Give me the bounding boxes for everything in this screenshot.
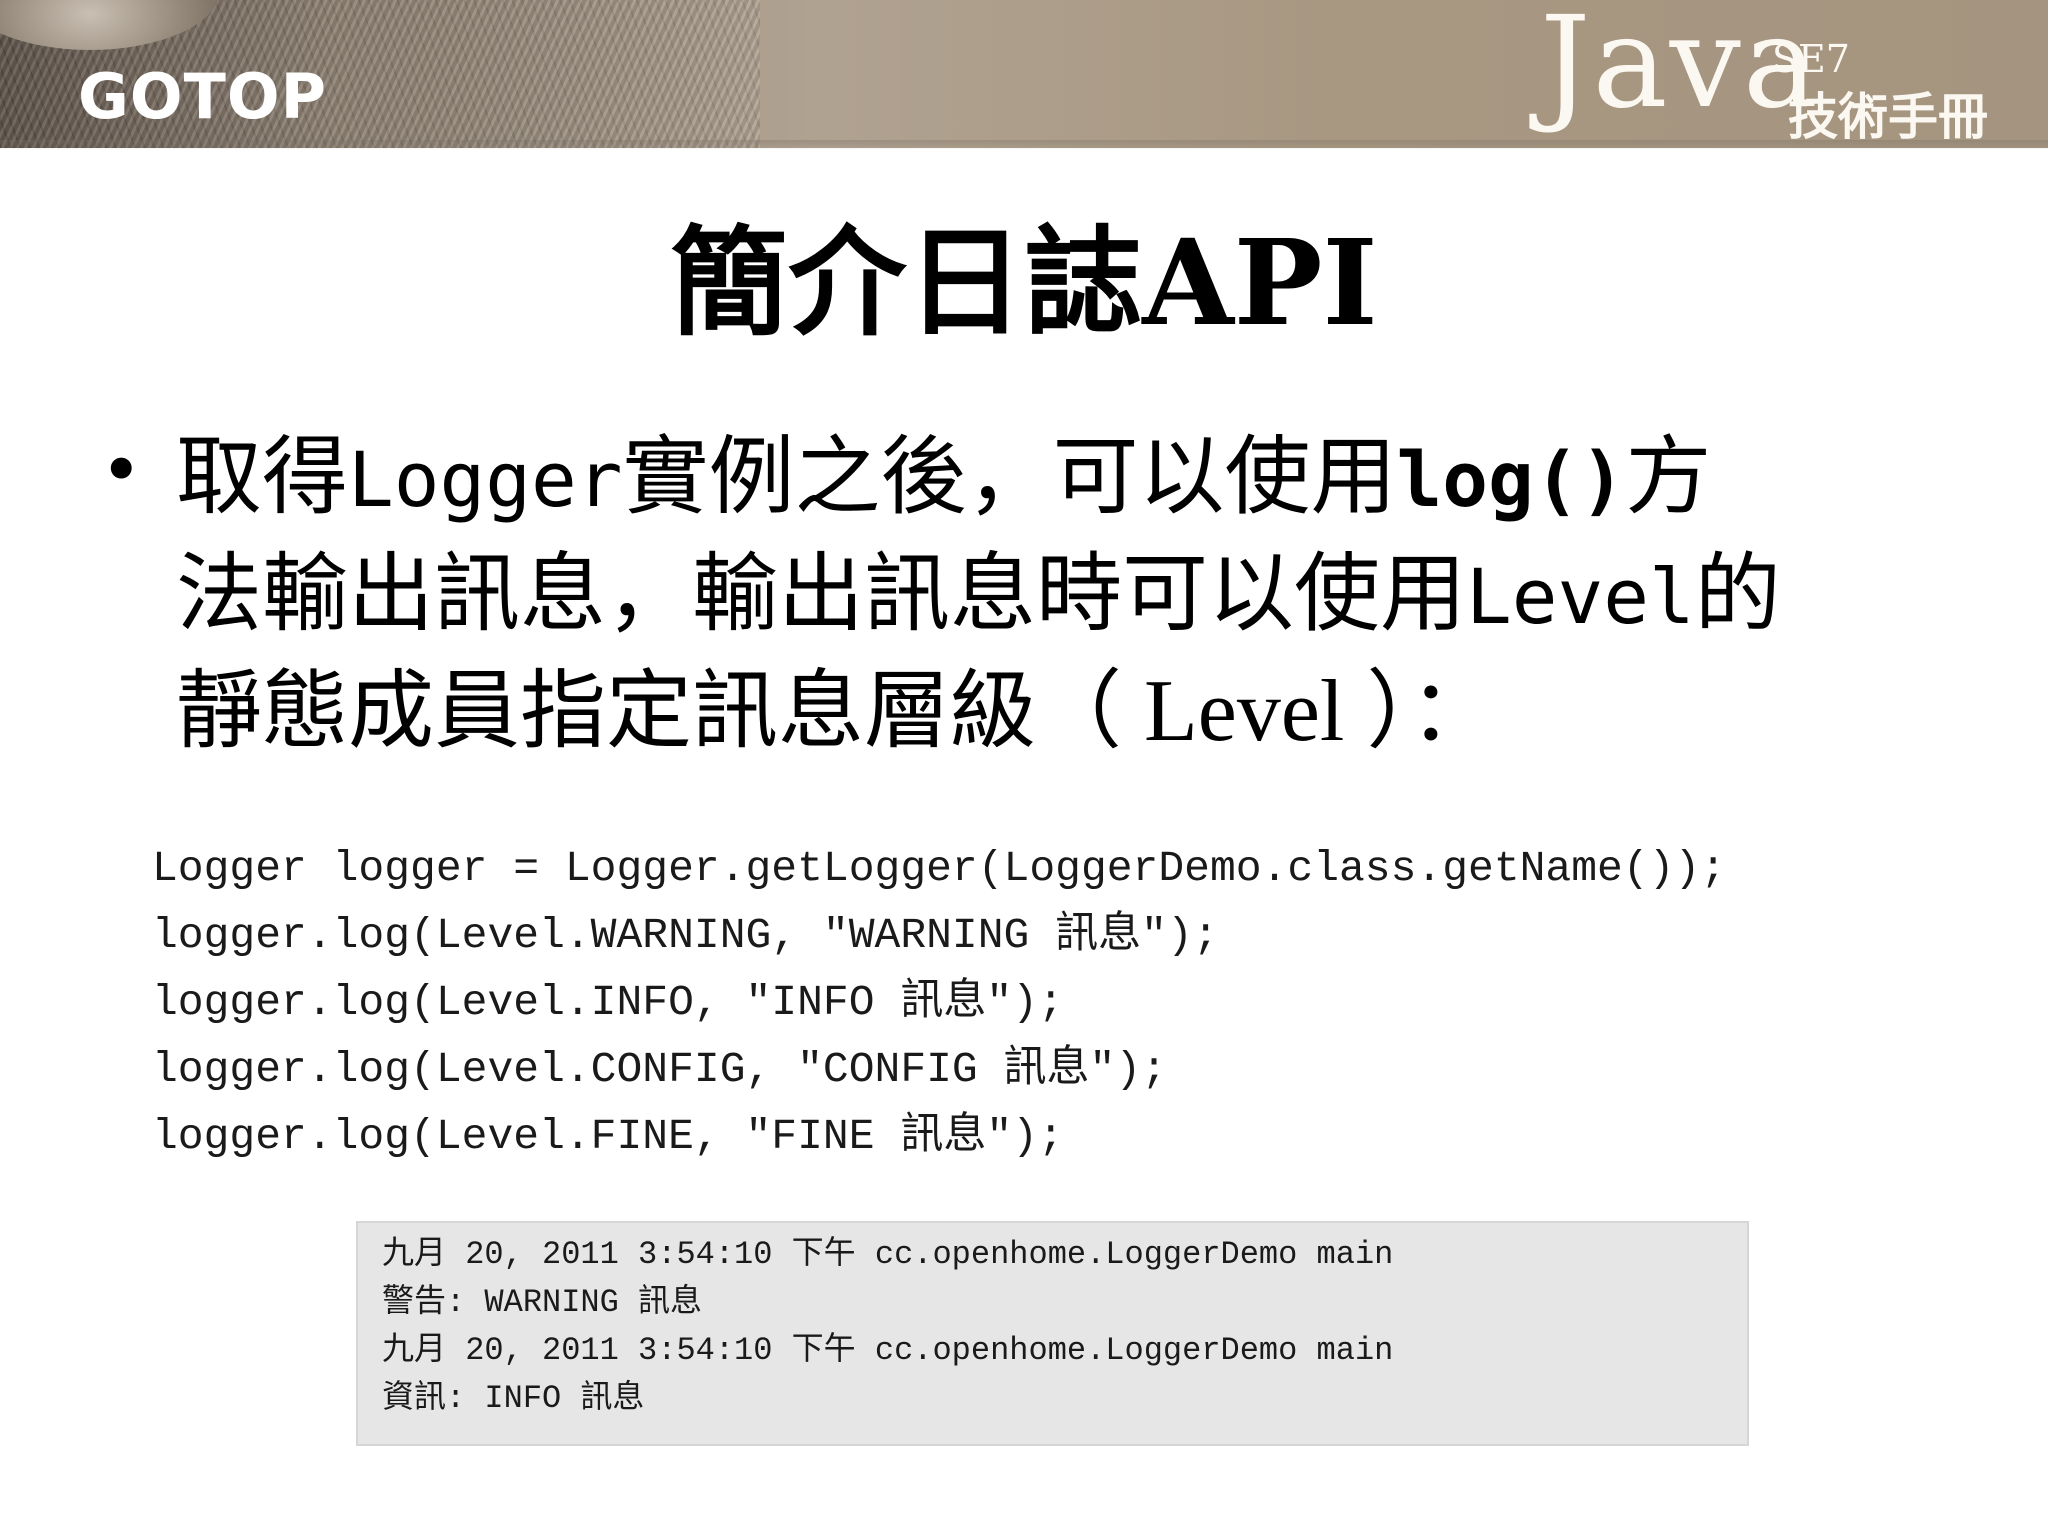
console-line: 警告: WARNING 訊息 xyxy=(382,1284,703,1321)
code-line: Logger logger = Logger.getLogger(LoggerD… xyxy=(152,844,1727,893)
bullet-line-3: 靜態成員指定訊息層級（ Level ）： xyxy=(176,654,1976,769)
console-line: 九月 20, 2011 3:54:10 下午 cc.openhome.Logge… xyxy=(382,1236,1394,1273)
code-line: logger.log(Level.INFO, "INFO 訊息"); xyxy=(152,978,1064,1027)
bullet-line-1: 取得Logger實例之後，可以使用log()方 xyxy=(176,420,1976,537)
inline-code-level: Level xyxy=(1466,552,1695,641)
slide-header-banner: GOTOP Java SE7 技術手冊 xyxy=(0,0,2048,148)
bullet-text: 取得Logger實例之後，可以使用log()方 法輸出訊息，輸出訊息時可以使用L… xyxy=(176,420,1976,769)
code-line: logger.log(Level.WARNING, "WARNING 訊息"); xyxy=(152,911,1219,960)
slide-title: 簡介日誌API xyxy=(670,213,1378,352)
code-line: logger.log(Level.CONFIG, "CONFIG 訊息"); xyxy=(152,1045,1167,1094)
bullet-text-segment: 取得 xyxy=(176,427,348,527)
bullet-text-segment: ）： xyxy=(1366,661,1496,761)
code-line: logger.log(Level.FINE, "FINE 訊息"); xyxy=(152,1112,1064,1161)
console-line: 資訊: INFO 訊息 xyxy=(382,1380,645,1417)
inline-code-log-method: log() xyxy=(1396,435,1626,524)
bullet-text-segment: 靜態成員指定訊息層級（ xyxy=(176,661,1122,761)
console-output-box: 九月 20, 2011 3:54:10 下午 cc.openhome.Logge… xyxy=(356,1221,1749,1446)
bullet-text-segment: 的 xyxy=(1694,544,1781,644)
java-logo-edition: SE7 xyxy=(1772,37,1850,81)
console-line: 九月 20, 2011 3:54:10 下午 cc.openhome.Logge… xyxy=(382,1332,1394,1369)
bullet-text-segment: 實例之後，可以使用 xyxy=(622,427,1397,527)
gotop-logo: GOTOP xyxy=(78,60,328,133)
bullet-level-word: Level xyxy=(1122,663,1367,760)
bullet-dot-icon: • xyxy=(100,428,143,512)
bullet-text-segment: 法輸出訊息，輸出訊息時可以使用 xyxy=(176,544,1466,644)
console-output-lines: 九月 20, 2011 3:54:10 下午 cc.openhome.Logge… xyxy=(382,1231,1393,1423)
inline-code-logger: Logger xyxy=(348,435,623,524)
code-snippet: Logger logger = Logger.getLogger(LoggerD… xyxy=(152,835,2012,1170)
header-shadow xyxy=(0,140,2048,150)
bullet-text-segment: 方 xyxy=(1625,427,1712,527)
bullet-line-2: 法輸出訊息，輸出訊息時可以使用Level的 xyxy=(176,537,1976,654)
book-subtitle: 技術手冊 xyxy=(1788,88,1988,146)
